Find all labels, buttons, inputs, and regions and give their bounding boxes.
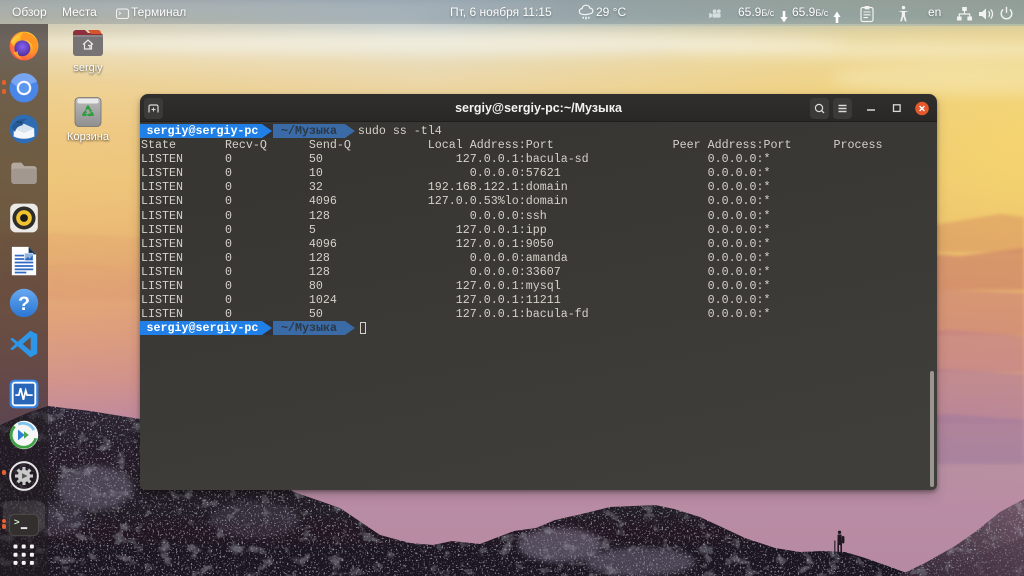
svg-text:?: ? [18,293,30,315]
svg-text:>: > [14,517,20,528]
